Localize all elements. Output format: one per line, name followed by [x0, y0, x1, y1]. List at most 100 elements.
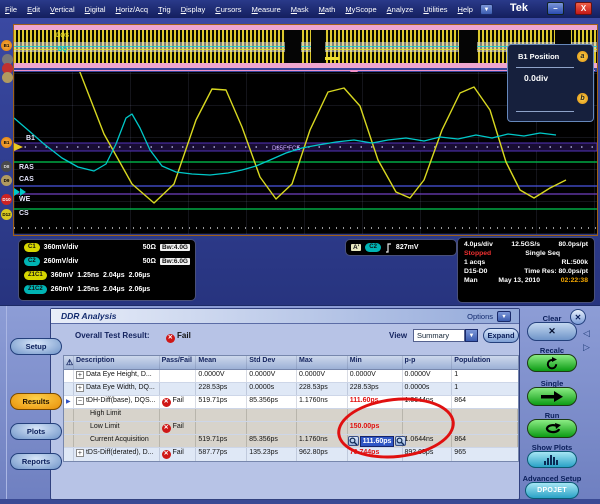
- ddr-title-bar[interactable]: DDR Analysis Options ▼: [51, 309, 519, 324]
- channel-badge[interactable]: [2, 72, 13, 83]
- table-row[interactable]: + Data Eye Height, D... 0.0000V 0.0000V 0…: [64, 370, 518, 383]
- trigger-source-badge: C2: [365, 243, 381, 252]
- options-dropdown-button[interactable]: ▼: [497, 311, 511, 322]
- menu-math[interactable]: Math: [314, 3, 341, 16]
- expand-button[interactable]: Expand: [483, 328, 519, 343]
- pass-fail-value: Fail: [172, 449, 184, 456]
- zoom-highlight-segment: [325, 57, 339, 60]
- knob-a-icon[interactable]: a: [577, 51, 588, 62]
- b1-badge[interactable]: B1: [1, 137, 12, 148]
- c1-readout[interactable]: C1 360mV/div 50Ω Bw:4.0G: [19, 240, 195, 254]
- row-description: Data Eye Height, D...: [85, 371, 152, 378]
- histogram-icon: [544, 455, 558, 465]
- menu-measure[interactable]: Measure: [247, 3, 286, 16]
- table-subrow-low-limit[interactable]: Low Limit ✕ Fail 150.00ps: [64, 422, 518, 435]
- minimize-button[interactable]: –: [547, 2, 564, 15]
- record-length: RL:500k: [561, 259, 588, 266]
- d9-badge[interactable]: D9: [1, 175, 12, 186]
- nav-left-icon[interactable]: ◁: [583, 328, 590, 339]
- timebase-scale: 4.0µs/div: [464, 241, 493, 248]
- plots-button[interactable]: Plots: [10, 423, 62, 440]
- col-description[interactable]: Description: [74, 356, 160, 369]
- col-min[interactable]: Min: [348, 356, 403, 369]
- setup-button[interactable]: Setup: [10, 338, 62, 355]
- acq-mode: Single Seq: [525, 250, 560, 257]
- fail-icon: ✕: [161, 398, 171, 407]
- c2-readout[interactable]: C2 260mV/div 50Ω Bw:6.0G: [19, 254, 195, 268]
- date-display: May 13, 2010: [498, 277, 540, 284]
- ddr-analysis-section: DDR Analysis Options ▼ Overall Test Resu…: [0, 305, 600, 504]
- table-row-tds[interactable]: + tDS-Diff(derated), D... ✕ Fail 587.77ps…: [64, 448, 518, 461]
- d12-badge[interactable]: D12: [1, 209, 12, 220]
- run-button[interactable]: [527, 419, 577, 438]
- expand-icon[interactable]: +: [75, 371, 84, 379]
- expand-icon[interactable]: +: [75, 449, 84, 457]
- channel-readout-box: C1 360mV/div 50Ω Bw:4.0G C2 260mV/div 50…: [18, 239, 196, 301]
- menu-digital[interactable]: Digital: [80, 3, 111, 16]
- table-row-tdh[interactable]: ▶ − tDH-Diff(base), DQS... ✕ Fail 519.71p…: [64, 396, 518, 409]
- menu-file[interactable]: File: [0, 3, 22, 16]
- single-button[interactable]: [527, 387, 577, 406]
- bus-idle-gap: [285, 30, 301, 63]
- cursor-chevron-icon: [14, 188, 20, 196]
- zoom-prev-button[interactable]: [347, 436, 359, 446]
- show-plots-button[interactable]: [527, 451, 577, 468]
- menu-horizacq[interactable]: Horiz/Acq: [111, 3, 154, 16]
- view-dropdown-button[interactable]: ▼: [465, 329, 478, 342]
- d10-badge[interactable]: D10: [1, 194, 12, 205]
- selected-min-value[interactable]: 111.60ps: [359, 435, 395, 447]
- menu-myscope[interactable]: MyScope: [340, 3, 381, 16]
- z1c1-readout[interactable]: Z1C1 360mV 1.25ns 2.04µs 2.06µs: [19, 268, 195, 282]
- z1c2-scale: 260mV: [50, 285, 74, 293]
- col-stddev[interactable]: Std Dev: [247, 356, 297, 369]
- c1-scale: 360mV/div: [43, 243, 79, 251]
- col-pp[interactable]: p-p: [403, 356, 453, 369]
- col-passfail[interactable]: Pass/Fail: [160, 356, 197, 369]
- d8-badge[interactable]: D8: [1, 161, 12, 172]
- col-max[interactable]: Max: [297, 356, 348, 369]
- single-arrow-icon: [541, 391, 563, 402]
- col-population[interactable]: Population: [452, 356, 518, 369]
- time-resolution: Time Res: 80.0ps/pt: [524, 268, 588, 275]
- b1-position-title: B1 Position: [518, 52, 560, 61]
- menu-utilities[interactable]: Utilities: [418, 3, 452, 16]
- results-button[interactable]: Results: [10, 393, 62, 410]
- expand-icon[interactable]: +: [75, 384, 84, 392]
- z1c1-scale: 360mV: [50, 271, 74, 279]
- reports-button[interactable]: Reports: [10, 453, 62, 470]
- menu-vertical[interactable]: Vertical: [45, 3, 80, 16]
- bus-value-label: D85F FCE: [272, 146, 300, 152]
- table-subrow-current-acquisition[interactable]: Current Acquisition 519.71ps 85.356ps 1.…: [64, 435, 518, 448]
- clear-button[interactable]: ✕: [527, 322, 577, 341]
- recalc-button[interactable]: [527, 354, 577, 372]
- table-row[interactable]: + Data Eye Width, DQ... 228.53ps 0.0000s …: [64, 383, 518, 396]
- sample-resolution: 80.0ps/pt: [558, 241, 588, 248]
- view-select[interactable]: Summary: [413, 329, 465, 342]
- frame-highlight: [6, 306, 7, 504]
- menu-help[interactable]: Help: [453, 3, 478, 16]
- z1c1-span: 2.06µs: [128, 271, 151, 279]
- trigger-readout-box[interactable]: A' C2 827mV: [345, 239, 457, 256]
- c2-badge: C2: [24, 256, 40, 266]
- menu-edit[interactable]: Edit: [22, 3, 45, 16]
- cas-signal-label: CAS: [19, 176, 34, 183]
- close-button[interactable]: X: [575, 2, 592, 15]
- table-subrow-high-limit[interactable]: High Limit: [64, 409, 518, 422]
- z1c1-badge: Z1C1: [24, 270, 47, 280]
- collapse-icon[interactable]: −: [75, 397, 84, 405]
- menu-mask[interactable]: Mask: [286, 3, 314, 16]
- z1c2-readout[interactable]: Z1C2 260mV 1.25ns 2.04µs 2.06µs: [19, 282, 195, 296]
- menu-display[interactable]: Display: [176, 3, 211, 16]
- menu-cursors[interactable]: Cursors: [210, 3, 246, 16]
- options-label[interactable]: Options: [467, 312, 493, 321]
- tek-logo: Tek: [509, 2, 528, 14]
- rising-edge-icon: [385, 242, 391, 253]
- z1c1-time: 1.25ns: [77, 271, 100, 279]
- menu-more-button[interactable]: ▼: [479, 3, 493, 15]
- knob-b-icon[interactable]: b: [577, 93, 588, 104]
- menu-trig[interactable]: Trig: [153, 3, 176, 16]
- b1-channel-badge[interactable]: B1: [1, 40, 12, 51]
- dpojet-button[interactable]: DPOJET: [525, 482, 579, 499]
- menu-analyze[interactable]: Analyze: [382, 3, 419, 16]
- col-mean[interactable]: Mean: [196, 356, 248, 369]
